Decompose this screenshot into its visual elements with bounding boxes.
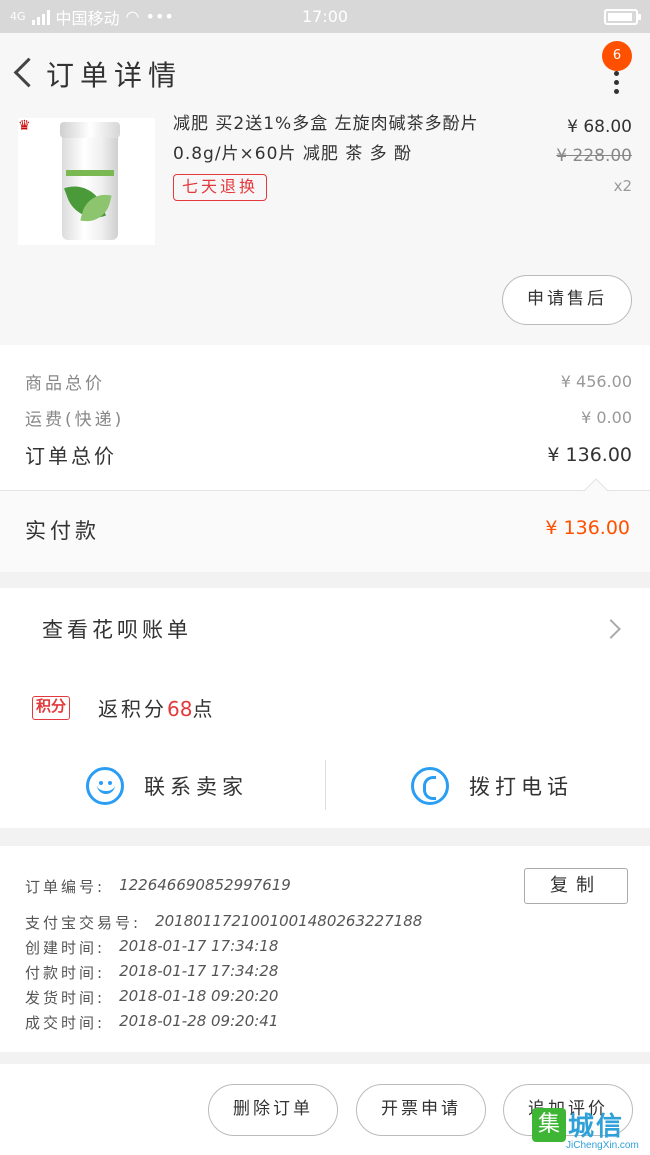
status-bar: 4G 中国移动 ◠ ••• 17:00 <box>0 0 650 33</box>
order-number-value: 122646690852997619 <box>119 876 291 894</box>
order-number-row: 订单编号: 122646690852997619 <box>25 876 291 897</box>
shipping-row: 运费(快递) ¥ 0.00 <box>25 405 632 430</box>
created-time-value: 2018-01-17 17:34:18 <box>119 937 279 955</box>
completed-time-row: 成交时间: 2018-01-28 09:20:41 <box>25 1012 278 1033</box>
created-time-row: 创建时间: 2018-01-17 17:34:18 <box>25 937 278 958</box>
shipping-label: 运费(快递) <box>25 410 125 430</box>
more-vertical-icon <box>614 71 620 101</box>
copy-button[interactable]: 复制 <box>524 868 628 904</box>
contact-seller-button[interactable]: 联系卖家 <box>86 756 248 816</box>
carrier-name: 中国移动 <box>55 8 120 28</box>
paid-time-row: 付款时间: 2018-01-17 17:34:28 <box>25 962 278 983</box>
product-name-line1: 减肥 买2送1%多盒 左旋肉碱茶多酚片 <box>173 114 479 134</box>
goods-total-label: 商品总价 <box>25 374 105 394</box>
page-title: 订单详情 <box>46 59 183 92</box>
shipped-time-row: 发货时间: 2018-01-18 09:20:20 <box>25 987 278 1008</box>
points-number: 68 <box>167 697 193 721</box>
back-arrow-icon[interactable] <box>4 44 44 104</box>
vertical-divider <box>325 760 326 810</box>
product-quantity: x2 <box>613 177 632 195</box>
completed-time-value: 2018-01-28 09:20:41 <box>119 1012 279 1030</box>
signal-icon <box>31 9 50 25</box>
huabei-bill-row[interactable]: 查看花呗账单 <box>0 588 650 668</box>
alipay-trade-row: 支付宝交易号: 2018011721001001480263227188 <box>25 912 422 933</box>
invoice-request-button[interactable]: 开票申请 <box>356 1084 486 1136</box>
points-prefix: 返积分 <box>98 697 168 721</box>
paid-amount-row: 实付款 ¥ 136.00 <box>0 490 650 572</box>
chat-smile-icon <box>86 767 124 805</box>
product-price: ¥ 68.00 <box>567 117 632 137</box>
points-tag: 积分 <box>32 695 71 720</box>
order-total-label: 订单总价 <box>25 444 117 468</box>
huabei-bill-label: 查看花呗账单 <box>42 618 192 642</box>
call-phone-button[interactable]: 拨打电话 <box>411 756 573 816</box>
shipped-time-label: 发货时间: <box>25 989 106 1007</box>
alipay-trade-value: 2018011721001001480263227188 <box>155 912 423 930</box>
product-original-price: ¥ 228.00 <box>556 146 632 166</box>
product-image[interactable]: ♛ <box>18 118 155 245</box>
product-name-line2: 0.8g/片×60片 减肥 茶 多 酚 <box>173 144 413 164</box>
wifi-icon: ◠ <box>125 7 140 26</box>
product-name[interactable]: 减肥 买2送1%多盒 左旋肉碱茶多酚片 0.8g/片×60片 减肥 茶 多 酚 <box>173 109 513 169</box>
contact-seller-label: 联系卖家 <box>144 775 248 799</box>
watermark-text: 城信 <box>568 1112 625 1142</box>
shipping-value: ¥ 0.00 <box>581 408 632 427</box>
extra-section: 查看花呗账单 积分 返积分68点 联系卖家 拨打电话 <box>0 588 650 828</box>
product-card[interactable]: ♛ 减肥 买2送1%多盒 左旋肉碱茶多酚片 0.8g/片×60片 减肥 茶 多 … <box>0 113 650 345</box>
more-status-dots: ••• <box>145 7 174 26</box>
brand-logo: ♛ <box>18 118 31 134</box>
order-total-value: ¥ 136.00 <box>547 443 632 466</box>
paid-value: ¥ 136.00 <box>545 517 630 539</box>
goods-total-row: 商品总价 ¥ 456.00 <box>25 369 632 394</box>
price-column: ¥ 68.00 ¥ 228.00 x2 <box>556 113 632 201</box>
phone-icon <box>411 767 449 805</box>
completed-time-label: 成交时间: <box>25 1014 106 1032</box>
price-summary: 商品总价 ¥ 456.00 运费(快递) ¥ 0.00 订单总价 ¥ 136.0… <box>0 345 650 490</box>
order-info: 订单编号: 122646690852997619 复制 支付宝交易号: 2018… <box>0 846 650 1052</box>
notification-badge: 6 <box>602 41 632 71</box>
product-jar-illustration <box>60 122 120 240</box>
watermark-url: JiChengXin.com <box>566 1140 639 1151</box>
points-row: 积分 返积分68点 <box>32 693 215 722</box>
after-sale-button[interactable]: 申请售后 <box>502 275 632 325</box>
alipay-trade-label: 支付宝交易号: <box>25 914 142 932</box>
points-suffix: 点 <box>192 697 216 721</box>
paid-time-value: 2018-01-17 17:34:28 <box>119 962 279 980</box>
paid-time-label: 付款时间: <box>25 964 106 982</box>
order-total-row: 订单总价 ¥ 136.00 <box>25 440 632 469</box>
paid-label: 实付款 <box>25 519 100 543</box>
seven-day-return-tag: 七天退换 <box>173 174 268 201</box>
order-number-label: 订单编号: <box>25 878 106 896</box>
more-menu-button[interactable]: 6 <box>584 41 634 101</box>
delete-order-button[interactable]: 删除订单 <box>208 1084 338 1136</box>
created-time-label: 创建时间: <box>25 939 106 957</box>
page-header: 订单详情 6 <box>0 33 650 115</box>
points-text: 返积分68点 <box>98 693 215 722</box>
network-type: 4G <box>10 10 26 23</box>
call-phone-label: 拨打电话 <box>469 775 573 799</box>
site-watermark: 集 城信 JiChengXin.com <box>532 1104 644 1152</box>
contact-row: 联系卖家 拨打电话 <box>0 756 650 816</box>
shipped-time-value: 2018-01-18 09:20:20 <box>119 987 279 1005</box>
watermark-logo: 集 <box>532 1108 566 1142</box>
chevron-right-icon <box>601 619 621 639</box>
goods-total-value: ¥ 456.00 <box>560 372 632 391</box>
battery-icon <box>604 9 641 25</box>
